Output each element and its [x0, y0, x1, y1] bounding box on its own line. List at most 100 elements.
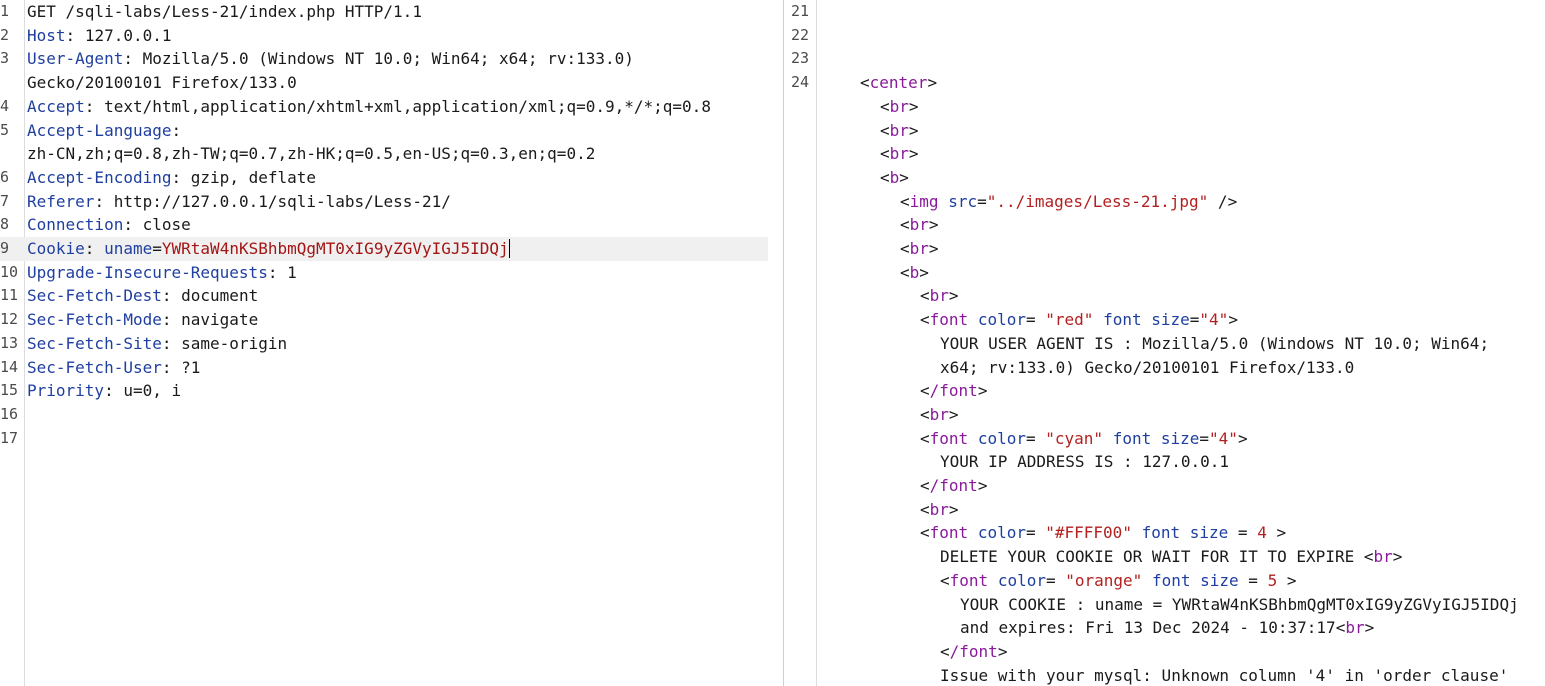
text-caret [508, 239, 511, 258]
line-content: <font color= "#FFFF00" font size = 4 > [920, 521, 1286, 545]
response-line: <br> [784, 119, 1545, 143]
line-content: <br> [920, 498, 959, 522]
line-content[interactable]: Sec-Fetch-Site: same-origin [27, 332, 287, 356]
response-line: <b> [784, 261, 1545, 285]
request-line[interactable]: 8 Connection: close [0, 213, 783, 237]
punctuation: = [1189, 310, 1200, 330]
header-value: http://127.0.0.1/sqli-labs/Less-21/ [113, 191, 451, 211]
response-viewer[interactable]: 21 22 23 24 <center> <br> <br> <br> <b> <img src=… [784, 0, 1545, 686]
header-colon: : [94, 191, 105, 211]
line-content[interactable]: User-Agent: Mozilla/5.0 (Windows NT 10.0… [27, 47, 634, 71]
request-line[interactable]: 5 Accept-Language: [0, 119, 783, 143]
line-content[interactable]: Sec-Fetch-Dest: document [27, 284, 258, 308]
line-number: 14 [0, 357, 19, 376]
html-attr: src [948, 191, 978, 211]
line-content: <font color= "cyan" font size="4"> [920, 427, 1248, 451]
response-line: 22 [784, 24, 1545, 48]
punctuation: > [1364, 618, 1375, 638]
punctuation: > [908, 96, 919, 116]
header-name: Accept [27, 96, 85, 116]
request-line[interactable]: 12 Sec-Fetch-Mode: navigate [0, 308, 783, 332]
response-line: <br> [784, 403, 1545, 427]
header-value-continued: zh-CN,zh;q=0.8,zh-TW;q=0.7,zh-HK;q=0.5,e… [27, 144, 596, 164]
request-line[interactable]: 10 Upgrade-Insecure-Requests: 1 [0, 261, 783, 285]
line-number: 2 [0, 25, 10, 44]
request-line[interactable]: 3 User-Agent: Mozilla/5.0 (Windows NT 10.… [0, 47, 783, 71]
line-content: <br> [880, 142, 919, 166]
request-line[interactable]: 1 GET /sqli-labs/Less-21/index.php HTTP/1… [0, 0, 783, 24]
html-attr: font size [1151, 570, 1239, 590]
request-line[interactable]: 17 [0, 427, 783, 451]
line-number: 8 [0, 215, 10, 234]
response-line: <b> [784, 166, 1545, 190]
punctuation: > [928, 239, 939, 258]
request-line[interactable]: 13 Sec-Fetch-Site: same-origin [0, 332, 783, 356]
line-content: <br> [920, 284, 959, 308]
request-line-wrap[interactable]: zh-CN,zh;q=0.8,zh-TW;q=0.7,zh-HK;q=0.5,e… [0, 142, 783, 166]
punctuation: > [977, 381, 988, 401]
line-content: <img src="../images/Less-21.jpg" /> [900, 190, 1237, 214]
line-content[interactable]: Sec-Fetch-User: ?1 [27, 356, 200, 380]
html-tag: font [929, 523, 969, 543]
header-colon: : [123, 49, 133, 69]
punctuation: = [1199, 428, 1210, 448]
line-content[interactable]: GET /sqli-labs/Less-21/index.php HTTP/1.… [27, 0, 422, 24]
punctuation: = [1025, 428, 1046, 448]
header-name: Sec-Fetch-Mode [27, 310, 162, 330]
header-colon: : [171, 120, 182, 140]
attr-value: "4" [1199, 310, 1229, 330]
line-content[interactable]: Accept: text/html,application/xhtml+xml,… [27, 95, 711, 119]
punctuation: = [1045, 570, 1066, 590]
line-number: 4 [0, 96, 10, 115]
request-line[interactable]: 9 Cookie: uname=YWRtaW4nKSBhbmQgMT0xIG9yZ… [0, 237, 768, 261]
html-tag: br [929, 404, 949, 424]
request-line[interactable]: 4 Accept: text/html,application/xhtml+xml… [0, 95, 783, 119]
header-colon: : [84, 96, 95, 116]
punctuation: > [977, 476, 988, 495]
html-tag: br [929, 499, 949, 519]
punctuation: < [920, 428, 930, 448]
response-line: <font color= "orange" font size = 5 > [784, 569, 1545, 593]
header-name: Sec-Fetch-User [27, 357, 162, 377]
request-line[interactable]: 2 Host: 127.0.0.1 [0, 24, 783, 48]
line-content[interactable]: Priority: u=0, i [27, 379, 181, 403]
punctuation: /> [1208, 191, 1238, 211]
line-content: </font> [940, 640, 1007, 664]
line-content: <font color= "red" font size="4"> [920, 308, 1238, 332]
line-content[interactable]: Accept-Language: [27, 119, 181, 143]
punctuation: < [1335, 618, 1346, 638]
punctuation: < [880, 144, 890, 164]
html-attr: color [977, 428, 1026, 448]
request-line[interactable]: 7 Referer: http://127.0.0.1/sqli-labs/Les… [0, 190, 783, 214]
response-line: YOUR COOKIE : uname = YWRtaW4nKSBhbmQgMT… [784, 593, 1545, 617]
line-content: <font color= "orange" font size = 5 > [940, 569, 1296, 593]
request-line[interactable]: 16 [0, 403, 783, 427]
punctuation: = [1025, 523, 1046, 543]
line-number: 9 [0, 239, 10, 257]
request-line[interactable]: 11 Sec-Fetch-Dest: document [0, 284, 783, 308]
punctuation: < [940, 641, 950, 661]
header-name: Connection [27, 215, 124, 235]
line-content[interactable]: Upgrade-Insecure-Requests: 1 [27, 261, 297, 285]
line-content[interactable]: Referer: http://127.0.0.1/sqli-labs/Less… [27, 190, 451, 214]
line-content: YOUR IP ADDRESS IS : 127.0.0.1 [940, 450, 1229, 474]
line-number: 13 [0, 333, 19, 352]
line-number: 12 [0, 310, 19, 329]
line-content: and expires: Fri 13 Dec 2024 - 10:37:17<… [960, 616, 1374, 640]
header-name: Cookie [27, 239, 85, 258]
header-name: Accept-Language [27, 120, 172, 140]
request-line[interactable]: 15 Priority: u=0, i [0, 379, 783, 403]
line-content[interactable]: Accept-Encoding: gzip, deflate [27, 166, 316, 190]
request-line[interactable]: 6 Accept-Encoding: gzip, deflate [0, 166, 783, 190]
request-editor[interactable]: 1 GET /sqli-labs/Less-21/index.php HTTP/1… [0, 0, 783, 686]
response-line: <br> [784, 142, 1545, 166]
attr-value: "cyan" [1045, 428, 1104, 448]
line-content[interactable]: Sec-Fetch-Mode: navigate [27, 308, 258, 332]
line-content[interactable]: Connection: close [27, 213, 191, 237]
punctuation: > [948, 286, 959, 306]
line-content[interactable]: Cookie: uname=YWRtaW4nKSBhbmQgMT0xIG9yZG… [27, 237, 511, 261]
line-content[interactable]: Host: 127.0.0.1 [27, 24, 172, 48]
request-line-wrap[interactable]: Gecko/20100101 Firefox/133.0 [0, 71, 783, 95]
request-line[interactable]: 14 Sec-Fetch-User: ?1 [0, 356, 783, 380]
response-line: DELETE YOUR COOKIE OR WAIT FOR IT TO EXP… [784, 545, 1545, 569]
